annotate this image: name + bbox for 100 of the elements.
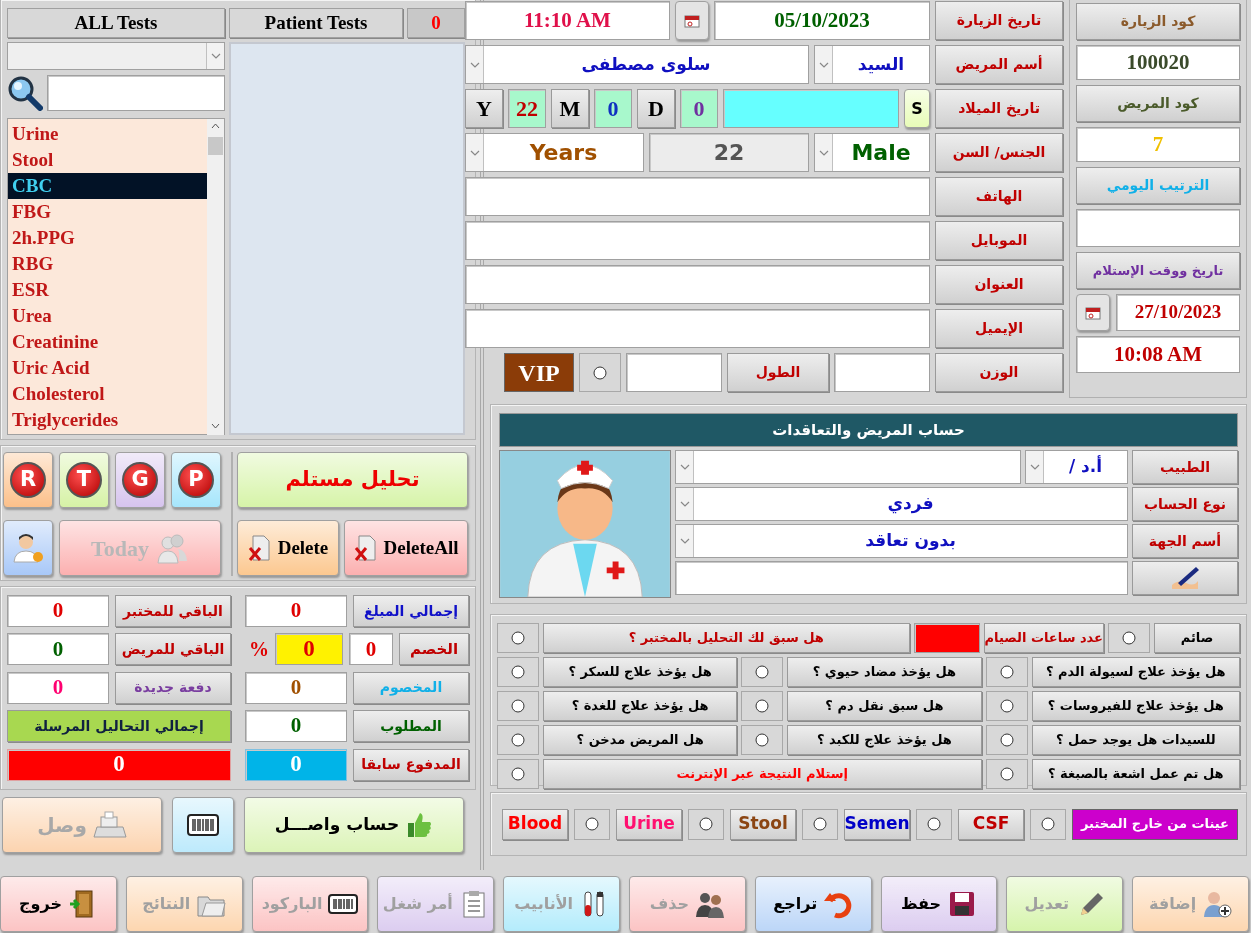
delete-all-button[interactable]: DeleteAll bbox=[344, 520, 468, 576]
radio-button[interactable] bbox=[593, 365, 607, 380]
amount-field: 0 bbox=[245, 710, 347, 743]
test-list-item[interactable]: FBG bbox=[8, 199, 207, 225]
age-value-field: 0 bbox=[594, 89, 632, 128]
test-list-item[interactable]: Urea bbox=[8, 303, 207, 329]
percent-sign: % bbox=[249, 637, 269, 663]
amount-label: المخصوم bbox=[353, 671, 469, 704]
patient-tests-tab[interactable]: Patient Tests bbox=[229, 8, 403, 38]
test-list-item[interactable]: 2h.PPG bbox=[8, 225, 207, 251]
fasting-hours-field[interactable] bbox=[913, 623, 980, 653]
remaining-total-field: 0 bbox=[7, 748, 231, 781]
paid-account-button[interactable]: حساب واصـــل bbox=[244, 797, 464, 853]
sample-label: Blood bbox=[502, 808, 568, 840]
doctor-dropdown[interactable] bbox=[675, 450, 1021, 484]
age-unit-label: M bbox=[551, 89, 589, 128]
question-label: إستلام النتيجة عبر الإنترنت bbox=[543, 759, 982, 789]
test-list-item[interactable]: Stool bbox=[8, 147, 207, 173]
question-label: هل تم عمل اشعة بالصبغة ؟ bbox=[1031, 759, 1240, 789]
age-unit-dropdown[interactable]: Years bbox=[465, 133, 644, 172]
radio-button[interactable] bbox=[999, 665, 1014, 679]
amount-field: 0 bbox=[245, 671, 347, 704]
toolbar-button[interactable]: حفظ bbox=[880, 876, 998, 932]
amount-label: دفعة جديدة bbox=[115, 671, 231, 704]
doctor-label: الطبيب bbox=[1132, 450, 1238, 484]
radio-button[interactable] bbox=[585, 817, 599, 831]
test-list-item[interactable]: Triglycerides bbox=[8, 407, 207, 433]
title-dropdown[interactable]: السيد bbox=[814, 45, 930, 84]
calendar-icon bbox=[1085, 305, 1101, 320]
signature-button[interactable] bbox=[1132, 561, 1238, 595]
organization-label: أسم الجهة bbox=[1132, 524, 1238, 558]
patient-code-field: 7 bbox=[1076, 127, 1240, 162]
test-list-item[interactable]: RBG bbox=[8, 251, 207, 277]
contact-label: الموبايل bbox=[935, 221, 1063, 260]
gender-dropdown[interactable]: Male bbox=[814, 133, 930, 172]
radio-button[interactable] bbox=[813, 817, 827, 831]
radio-button[interactable] bbox=[999, 733, 1014, 747]
radio-button[interactable] bbox=[927, 817, 941, 831]
radio-button[interactable] bbox=[511, 699, 525, 713]
search-field[interactable] bbox=[47, 75, 225, 111]
delete-button[interactable]: Delete bbox=[237, 520, 339, 576]
shortcut-button[interactable]: P bbox=[171, 452, 221, 508]
amount-field: 0 bbox=[245, 595, 347, 627]
question-label: للسيدات هل يوجد حمل ؟ bbox=[1031, 725, 1240, 755]
radio-button[interactable] bbox=[1041, 817, 1055, 831]
test-list-item[interactable]: Cholesterol bbox=[8, 381, 207, 407]
test-list-item[interactable]: Uric Acid bbox=[8, 355, 207, 381]
test-list-item[interactable]: Creatinine bbox=[8, 329, 207, 355]
sample-label: CSF bbox=[958, 808, 1024, 840]
search-icon bbox=[7, 75, 43, 111]
age-unit-label: D bbox=[637, 89, 675, 128]
caret-icon bbox=[818, 148, 829, 157]
people-icon bbox=[154, 531, 189, 565]
contact-label: الإيميل bbox=[935, 309, 1063, 348]
weight-label: الوزن bbox=[935, 353, 1063, 392]
discount-percent-field: 0 bbox=[275, 633, 343, 666]
radio-button[interactable] bbox=[511, 733, 525, 747]
radio-button[interactable] bbox=[755, 665, 770, 679]
radio-button[interactable] bbox=[999, 767, 1014, 781]
all-tests-tab[interactable]: ALL Tests bbox=[7, 8, 225, 38]
delete-file-icon bbox=[247, 534, 272, 562]
received-test-button[interactable]: تحليل مستلم bbox=[237, 452, 468, 508]
organization-dropdown[interactable]: بدون تعاقد bbox=[675, 524, 1128, 558]
barcode-button[interactable] bbox=[172, 797, 234, 853]
test-list-item[interactable]: CBC bbox=[8, 173, 207, 199]
receipt-time-field: 10:08 AM bbox=[1076, 336, 1240, 373]
shortcut-button[interactable]: T bbox=[59, 452, 109, 508]
doctor-title-dropdown[interactable]: أ.د / bbox=[1025, 450, 1128, 484]
account-type-dropdown[interactable]: فردي bbox=[675, 487, 1128, 521]
radio-button[interactable] bbox=[511, 665, 525, 679]
toolbar-button[interactable]: خروج bbox=[0, 876, 117, 932]
question-label: هل يؤخذ علاج للكبد ؟ bbox=[787, 725, 982, 755]
patient-name-dropdown[interactable]: سلوى مصطفى bbox=[465, 45, 809, 84]
contact-label: الهاتف bbox=[935, 177, 1063, 216]
user-button[interactable] bbox=[3, 520, 53, 576]
test-list-item[interactable]: ESR bbox=[8, 277, 207, 303]
receipt-datetime-label: تاريخ ووقت الإستلام bbox=[1076, 252, 1240, 289]
radio-button[interactable] bbox=[511, 631, 525, 645]
calendar-button[interactable] bbox=[1076, 294, 1110, 331]
radio-button[interactable] bbox=[999, 699, 1014, 713]
age-unit-label: Y bbox=[465, 89, 503, 128]
radio-button[interactable] bbox=[511, 767, 525, 781]
discount-field: 0 bbox=[349, 633, 393, 666]
test-list-item[interactable]: Urine bbox=[8, 121, 207, 147]
calendar-button[interactable] bbox=[675, 1, 709, 40]
fasting-hours-label: عدد ساعات الصيام bbox=[983, 623, 1104, 653]
user-icon bbox=[11, 531, 45, 565]
radio-button[interactable] bbox=[699, 817, 713, 831]
radio-button[interactable] bbox=[755, 733, 770, 747]
amount-label: إجمالي المبلغ bbox=[353, 595, 469, 627]
radio-button[interactable] bbox=[755, 699, 770, 713]
birth-date-button[interactable]: S bbox=[904, 89, 930, 128]
account-type-label: نوع الحساب bbox=[1132, 487, 1238, 521]
radio-button[interactable] bbox=[1122, 631, 1136, 645]
shortcut-button[interactable]: R bbox=[3, 452, 53, 508]
thumbs-up-icon bbox=[405, 811, 434, 839]
caret-icon bbox=[469, 148, 480, 157]
shortcut-button[interactable]: G bbox=[115, 452, 165, 508]
toolbar-button[interactable]: تراجع bbox=[754, 876, 872, 932]
add-user-icon bbox=[1202, 889, 1233, 919]
